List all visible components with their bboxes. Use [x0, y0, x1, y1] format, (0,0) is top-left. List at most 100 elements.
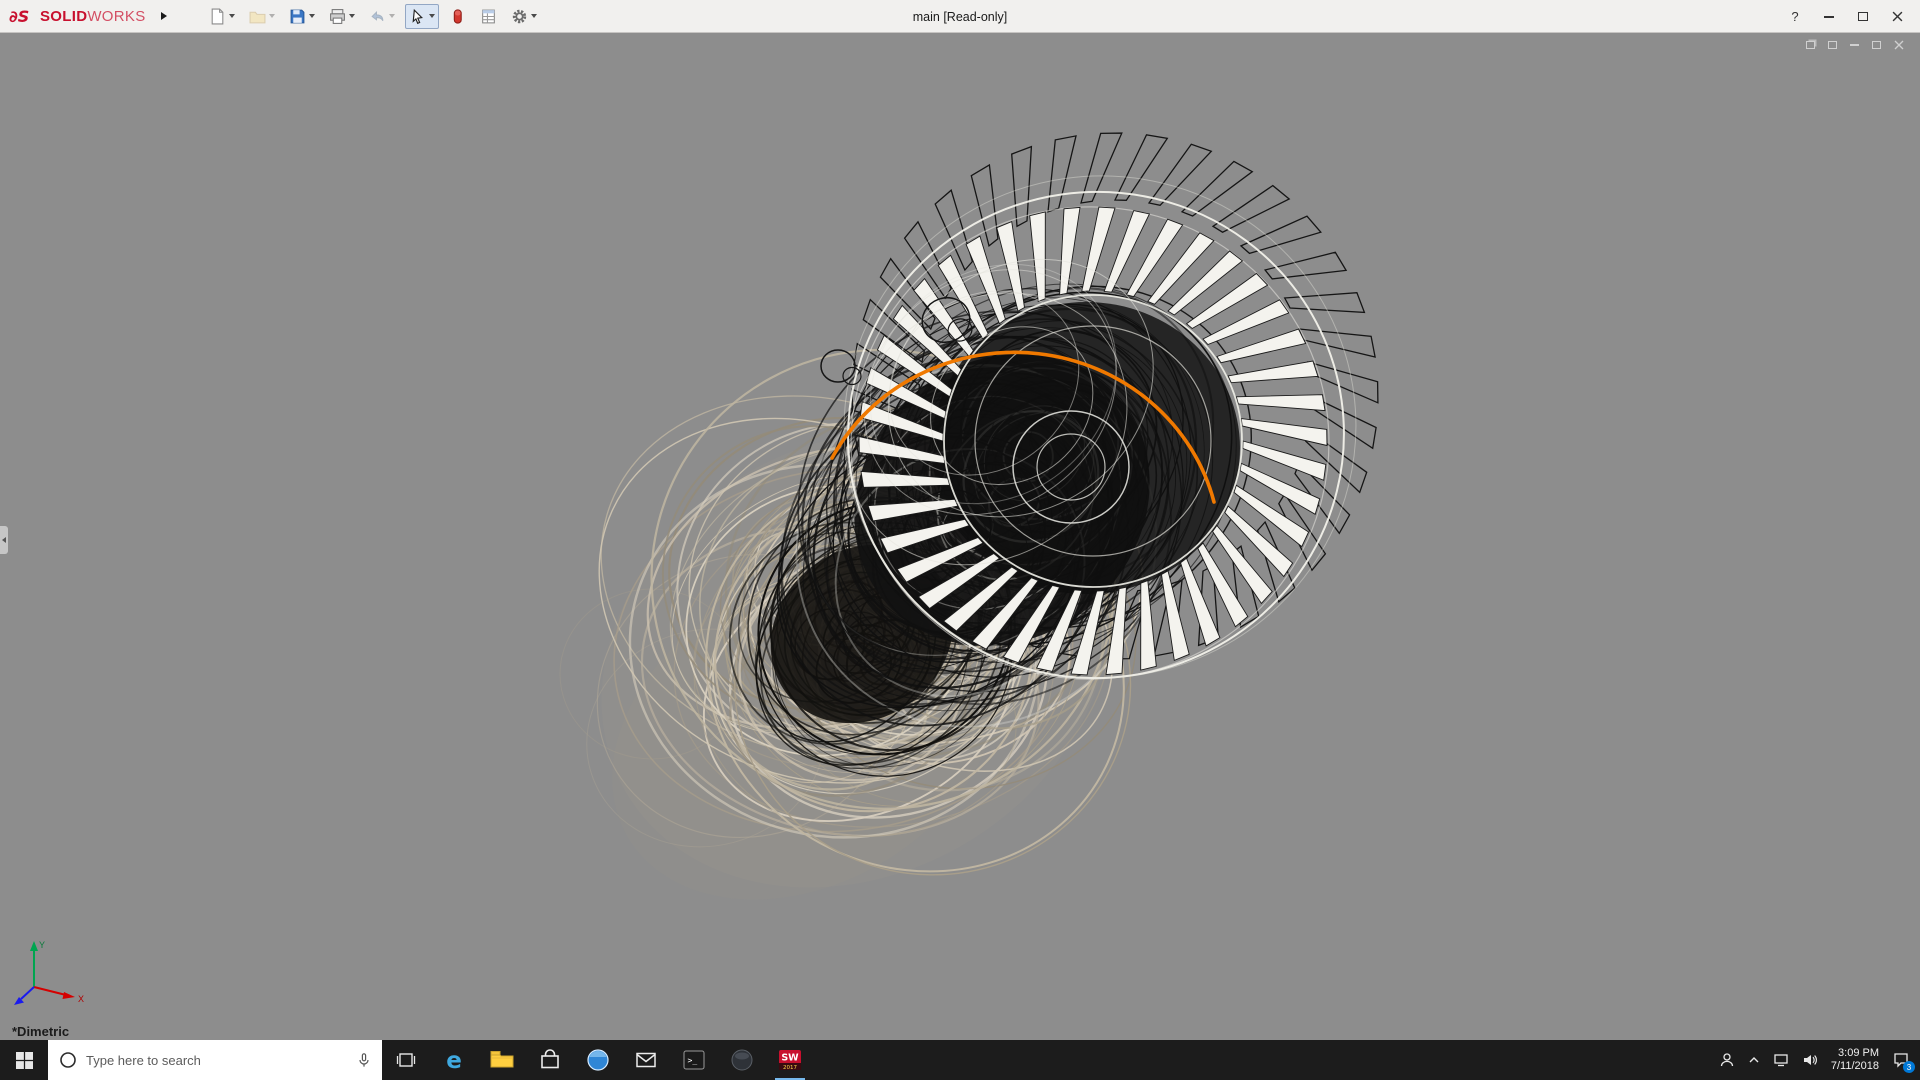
doc-cascade-button[interactable]	[1806, 41, 1815, 49]
solidworks-2017-icon: SW 2017	[777, 1047, 803, 1073]
browser-button[interactable]	[574, 1040, 622, 1080]
date-text: 7/11/2018	[1830, 1060, 1879, 1072]
maximize-button[interactable]	[1846, 0, 1880, 33]
volume-button[interactable]	[1802, 1052, 1818, 1068]
options-button[interactable]	[507, 4, 541, 29]
taskbar-search[interactable]	[48, 1040, 382, 1080]
network-icon	[1774, 1054, 1788, 1067]
clock[interactable]: 3:09 PM 7/11/2018	[1831, 1047, 1879, 1073]
app-sphere-button[interactable]	[718, 1040, 766, 1080]
terminal-icon: >_	[681, 1047, 707, 1073]
appearance-button[interactable]	[445, 4, 470, 29]
notification-badge: 3	[1903, 1061, 1915, 1073]
store-button[interactable]	[526, 1040, 574, 1080]
dropdown-caret-icon[interactable]	[228, 14, 235, 18]
speaker-icon	[1803, 1055, 1817, 1065]
new-document-button[interactable]	[205, 4, 239, 29]
y-axis-arrow: Y	[30, 940, 45, 987]
svg-text:SW: SW	[781, 1053, 799, 1064]
system-tray: 3:09 PM 7/11/2018 3	[1719, 1040, 1920, 1080]
save-button[interactable]	[285, 4, 319, 29]
x-axis-arrow: X	[33, 986, 84, 1004]
solidworks-2017-button[interactable]: SW 2017	[766, 1040, 814, 1080]
chevron-up-icon	[1749, 1057, 1759, 1063]
show-hidden-icons-button[interactable]	[1748, 1054, 1760, 1066]
logo-text-works: WORKS	[87, 7, 146, 25]
dropdown-caret-icon[interactable]	[348, 14, 355, 18]
logo-text-solid: SOLID	[40, 7, 88, 25]
person-icon	[1720, 1053, 1734, 1067]
windows-logo-icon	[15, 1051, 33, 1069]
action-center-button[interactable]: 3	[1892, 1051, 1915, 1073]
close-icon	[1892, 11, 1902, 22]
doc-minimize-button[interactable]	[1850, 44, 1859, 46]
edge-button[interactable]: e	[430, 1040, 478, 1080]
mail-icon	[633, 1047, 659, 1073]
panel-collapse-tab[interactable]	[0, 526, 8, 554]
windows-taskbar: e >_ SW2017 3:09 PM 7/11/2018	[0, 1040, 1920, 1080]
file-explorer-button[interactable]	[478, 1040, 526, 1080]
view-orientation-label: *Dimetric	[12, 1024, 70, 1039]
document-title: main [Read-only]	[912, 9, 1008, 24]
cortana-icon	[60, 1052, 76, 1068]
solidworks-logo: ∂S SOLID WORKS	[8, 5, 146, 27]
print-icon	[329, 8, 346, 25]
z-axis-arrow	[14, 986, 35, 1005]
document-window-controls	[1806, 40, 1904, 50]
help-button[interactable]: ?	[1778, 0, 1812, 33]
store-icon	[537, 1047, 563, 1073]
terminal-button[interactable]: >_	[670, 1040, 718, 1080]
main-toolbar	[205, 3, 547, 29]
title-bar: ∂S SOLID WORKS main [Read-only] ?	[0, 0, 1920, 33]
orientation-triad: Y X	[14, 940, 84, 1005]
search-input[interactable]	[86, 1052, 348, 1068]
graphics-viewport[interactable]: Y X *Dimetric	[0, 34, 1920, 1040]
minimize-icon	[1824, 15, 1834, 18]
svg-text:>_: >_	[688, 1056, 698, 1065]
collapse-arrow-icon	[2, 537, 6, 543]
select-button[interactable]	[404, 3, 439, 29]
undo-button[interactable]	[365, 4, 399, 29]
maximize-icon	[1858, 12, 1868, 21]
app-sphere-icon	[729, 1047, 755, 1073]
select-icon	[409, 8, 426, 25]
people-button[interactable]	[1719, 1052, 1735, 1068]
dropdown-caret-icon[interactable]	[428, 14, 435, 18]
network-button[interactable]	[1773, 1052, 1789, 1068]
doc-maximize-button[interactable]	[1872, 41, 1881, 49]
dropdown-caret-icon[interactable]	[388, 14, 395, 18]
svg-text:X: X	[78, 994, 84, 1004]
properties-button[interactable]	[476, 4, 501, 29]
dropdown-caret-icon[interactable]	[530, 14, 537, 18]
engine-wireframe-model[interactable]	[0, 34, 1920, 1040]
dropdown-caret-icon[interactable]	[268, 14, 275, 18]
print-button[interactable]	[325, 4, 359, 29]
mail-button[interactable]	[622, 1040, 670, 1080]
browser-icon	[585, 1047, 611, 1073]
close-button[interactable]	[1880, 0, 1914, 33]
file-explorer-icon	[489, 1047, 515, 1073]
start-button[interactable]	[0, 1040, 48, 1080]
open-icon	[249, 8, 266, 25]
svg-text:2017: 2017	[783, 1065, 797, 1071]
task-view-button[interactable]	[382, 1040, 430, 1080]
taskbar-app-buttons: e >_ SW 2017	[382, 1040, 814, 1080]
open-button[interactable]	[245, 4, 279, 29]
menu-flyout-arrow-icon[interactable]	[160, 12, 167, 20]
microphone-icon[interactable]	[356, 1052, 372, 1068]
new-document-icon	[209, 8, 226, 25]
minimize-button[interactable]	[1812, 0, 1846, 33]
time-text: 3:09 PM	[1838, 1047, 1879, 1059]
edge-icon: e	[441, 1047, 467, 1073]
ds-logo-icon: ∂S	[9, 7, 29, 26]
dropdown-caret-icon[interactable]	[308, 14, 315, 18]
doc-close-button[interactable]	[1894, 40, 1904, 50]
properties-icon	[480, 8, 497, 25]
save-icon	[289, 8, 306, 25]
window-controls: ?	[1778, 0, 1914, 33]
svg-text:e: e	[446, 1048, 462, 1073]
doc-restore-button[interactable]	[1828, 41, 1837, 49]
appearance-icon	[449, 8, 466, 25]
svg-text:∂S: ∂S	[9, 7, 29, 26]
task-view-icon	[395, 1049, 417, 1071]
